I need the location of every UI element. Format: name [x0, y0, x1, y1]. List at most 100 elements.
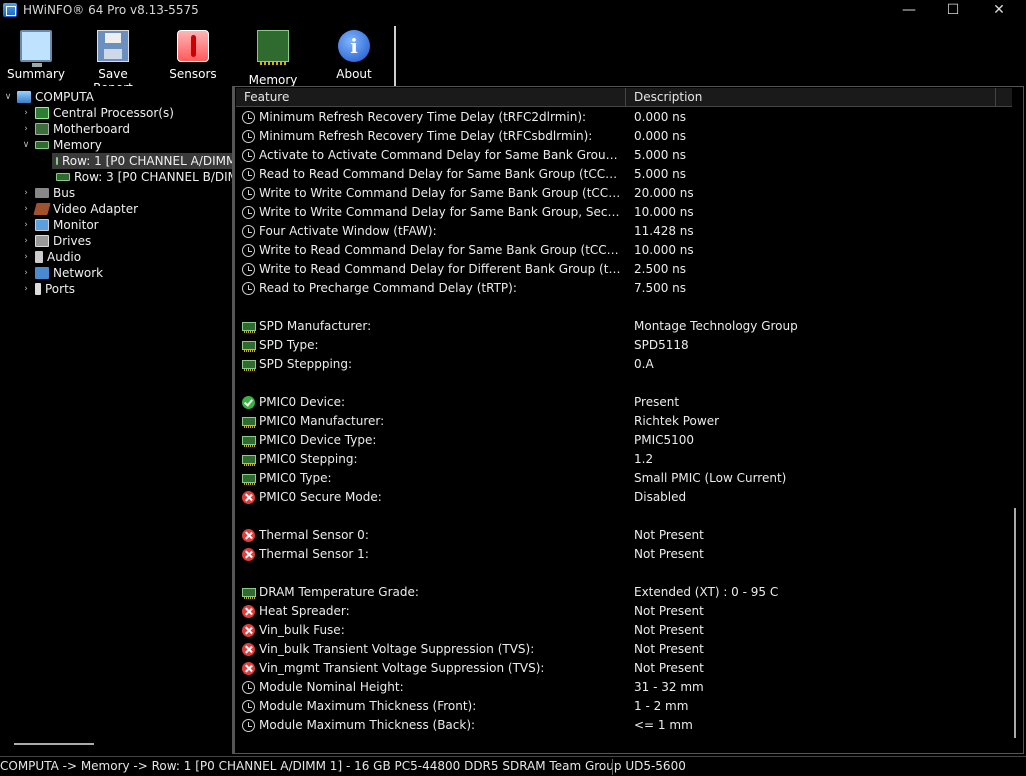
- table-row[interactable]: Read to Read Command Delay for Same Bank…: [236, 165, 1012, 184]
- feature-cell: SPD Steppping:: [259, 357, 353, 371]
- save-report-button[interactable]: Save Report: [77, 30, 149, 95]
- tree-item-computa[interactable]: ∨ COMPUTA: [2, 89, 94, 105]
- tree-item-memory[interactable]: ∨ Memory: [20, 137, 102, 153]
- tree-horizontal-scrollbar[interactable]: [14, 743, 94, 745]
- table-row[interactable]: Minimum Refresh Recovery Time Delay (tRF…: [236, 108, 1012, 127]
- table-row[interactable]: Write to Write Command Delay for Same Ba…: [236, 184, 1012, 203]
- tree-item-monitor[interactable]: › Monitor: [20, 217, 98, 233]
- feature-cell: Read to Read Command Delay for Same Bank…: [259, 167, 624, 181]
- table-row[interactable]: Vin_mgmt Transient Voltage Suppression (…: [236, 659, 1012, 678]
- list-vertical-scrollbar[interactable]: [1012, 88, 1020, 754]
- pane-splitter[interactable]: [232, 86, 234, 754]
- close-button[interactable]: ✕: [976, 0, 1022, 20]
- table-row[interactable]: Thermal Sensor 0: Not Present: [236, 526, 1012, 545]
- table-row[interactable]: Four Activate Window (tFAW): 11.428 ns: [236, 222, 1012, 241]
- table-row[interactable]: Thermal Sensor 1: Not Present: [236, 545, 1012, 564]
- feature-cell: PMIC0 Device:: [259, 395, 346, 409]
- clock-icon: [242, 719, 255, 732]
- clock-icon: [242, 206, 255, 219]
- table-row[interactable]: Read to Precharge Command Delay (tRTP): 7…: [236, 279, 1012, 298]
- tree-item-motherboard[interactable]: › Motherboard: [20, 121, 130, 137]
- feature-list[interactable]: Feature Description Minimum Refresh Reco…: [236, 88, 1012, 754]
- tree-item-video-adapter[interactable]: › Video Adapter: [20, 201, 138, 217]
- minimize-button[interactable]: —: [886, 0, 932, 20]
- table-row[interactable]: Module Nominal Height: 31 - 32 mm: [236, 678, 1012, 697]
- description-cell: Richtek Power: [634, 414, 720, 428]
- expanded-chevron-icon[interactable]: ∨: [20, 140, 32, 150]
- feature-cell: Thermal Sensor 1:: [259, 547, 369, 561]
- tree-label-computa: COMPUTA: [35, 90, 94, 104]
- tree-item-ports[interactable]: › Ports: [20, 281, 75, 297]
- maximize-button[interactable]: ☐: [930, 0, 976, 20]
- tree-item-bus[interactable]: › Bus: [20, 185, 75, 201]
- table-row[interactable]: Write to Read Command Delay for Differen…: [236, 260, 1012, 279]
- tree-label-drives: Drives: [53, 234, 92, 248]
- collapsed-chevron-icon[interactable]: ›: [20, 268, 32, 278]
- collapsed-chevron-icon[interactable]: ›: [20, 236, 32, 246]
- table-row[interactable]: SPD Steppping: 0.A: [236, 355, 1012, 374]
- feature-cell: PMIC0 Device Type:: [259, 433, 377, 447]
- table-row[interactable]: Activate to Activate Command Delay for S…: [236, 146, 1012, 165]
- sensors-button[interactable]: Sensors: [157, 30, 229, 86]
- table-row[interactable]: SPD Manufacturer: Montage Technology Grou…: [236, 317, 1012, 336]
- column-header-feature[interactable]: Feature: [236, 88, 626, 107]
- table-row[interactable]: PMIC0 Manufacturer: Richtek Power: [236, 412, 1012, 431]
- table-row[interactable]: Write to Read Command Delay for Same Ban…: [236, 241, 1012, 260]
- collapsed-chevron-icon[interactable]: ›: [20, 220, 32, 230]
- feature-cell: Module Maximum Thickness (Back):: [259, 718, 476, 732]
- table-row[interactable]: Heat Spreader: Not Present: [236, 602, 1012, 621]
- info-icon: i: [338, 30, 370, 62]
- table-row[interactable]: PMIC0 Device Type: PMIC5100: [236, 431, 1012, 450]
- toolbar-divider: [394, 26, 396, 86]
- tree-label-memory: Memory: [53, 138, 102, 152]
- tree-label-row-1: Row: 1 [P0 CHANNEL A/DIMM 1]: [62, 154, 232, 168]
- tree-item-row-3[interactable]: Row: 3 [P0 CHANNEL B/DIMM 1]: [52, 169, 232, 185]
- tree-item-network[interactable]: › Network: [20, 265, 103, 281]
- table-row[interactable]: PMIC0 Secure Mode: Disabled: [236, 488, 1012, 507]
- tree-item-cpu[interactable]: › Central Processor(s): [20, 105, 174, 121]
- column-header-description[interactable]: Description: [626, 88, 996, 107]
- clock-icon: [242, 149, 255, 162]
- feature-cell: Minimum Refresh Recovery Time Delay (tRF…: [259, 129, 593, 143]
- description-cell: SPD5118: [634, 338, 689, 352]
- summary-button[interactable]: Summary: [0, 30, 72, 86]
- table-row[interactable]: PMIC0 Device: Present: [236, 393, 1012, 412]
- table-row[interactable]: Module Maximum Thickness (Back): <= 1 mm: [236, 716, 1012, 735]
- description-cell: 10.000 ns: [634, 205, 694, 219]
- collapsed-chevron-icon[interactable]: ›: [20, 108, 32, 118]
- table-row[interactable]: Module Maximum Thickness (Front): 1 - 2 m…: [236, 697, 1012, 716]
- table-row[interactable]: Vin_bulk Fuse: Not Present: [236, 621, 1012, 640]
- about-button[interactable]: i About: [318, 30, 390, 86]
- table-row[interactable]: PMIC0 Stepping: 1.2: [236, 450, 1012, 469]
- table-row[interactable]: DRAM Temperature Grade: Extended (XT) : 0…: [236, 583, 1012, 602]
- about-label: About: [336, 67, 372, 81]
- clock-icon: [242, 168, 255, 181]
- tree-item-audio[interactable]: › Audio: [20, 249, 81, 265]
- expanded-chevron-icon[interactable]: ∨: [2, 92, 14, 102]
- collapsed-chevron-icon[interactable]: ›: [20, 204, 32, 214]
- tree-label-audio: Audio: [47, 250, 82, 264]
- memory-button[interactable]: Memory: [237, 30, 309, 87]
- collapsed-chevron-icon[interactable]: ›: [20, 284, 32, 294]
- device-tree[interactable]: ∨ COMPUTA › Central Processor(s) › Mothe…: [0, 86, 232, 754]
- description-cell: Not Present: [634, 604, 704, 618]
- feature-cell: DRAM Temperature Grade:: [259, 585, 419, 599]
- collapsed-chevron-icon[interactable]: ›: [20, 188, 32, 198]
- table-row[interactable]: Vin_bulk Transient Voltage Suppression (…: [236, 640, 1012, 659]
- table-row[interactable]: Write to Write Command Delay for Same Ba…: [236, 203, 1012, 222]
- scrollbar-thumb[interactable]: [1014, 508, 1016, 738]
- collapsed-chevron-icon[interactable]: ›: [20, 252, 32, 262]
- description-cell: 5.000 ns: [634, 148, 687, 162]
- table-row[interactable]: PMIC0 Type: Small PMIC (Low Current): [236, 469, 1012, 488]
- ram-module-icon: [35, 141, 49, 149]
- table-row[interactable]: Minimum Refresh Recovery Time Delay (tRF…: [236, 127, 1012, 146]
- collapsed-chevron-icon[interactable]: ›: [20, 124, 32, 134]
- tree-item-row-1[interactable]: Row: 1 [P0 CHANNEL A/DIMM 1]: [52, 153, 232, 169]
- hwinfo-app-icon: [3, 3, 17, 17]
- description-cell: Disabled: [634, 490, 687, 504]
- tree-item-drives[interactable]: › Drives: [20, 233, 91, 249]
- error-icon: [242, 662, 255, 675]
- ram-module-icon: [257, 30, 289, 65]
- description-cell: 20.000 ns: [634, 186, 694, 200]
- table-row[interactable]: SPD Type: SPD5118: [236, 336, 1012, 355]
